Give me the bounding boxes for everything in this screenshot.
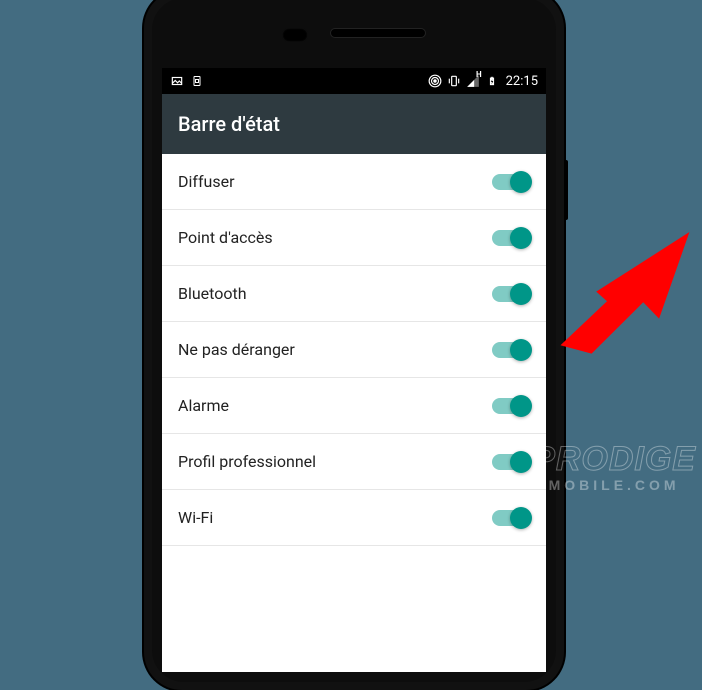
screenshot-icon xyxy=(170,74,184,88)
row-label: Ne pas déranger xyxy=(178,340,295,359)
row-label: Point d'accès xyxy=(178,228,273,247)
sim-icon xyxy=(190,74,204,88)
row-point-acces[interactable]: Point d'accès xyxy=(162,210,546,266)
signal-icon: H xyxy=(466,74,480,88)
row-wifi[interactable]: Wi-Fi xyxy=(162,490,546,546)
toggle-point-acces[interactable] xyxy=(492,230,530,246)
screen: H 22:15 Barre d'état Diffuser Point d'a xyxy=(162,68,546,672)
toggle-diffuser[interactable] xyxy=(492,174,530,190)
speaker-grille xyxy=(330,28,426,38)
vibrate-icon xyxy=(447,74,461,88)
clock: 22:15 xyxy=(506,74,538,89)
signal-type: H xyxy=(476,70,482,79)
phone-body: H 22:15 Barre d'état Diffuser Point d'a xyxy=(152,0,556,682)
toggle-wifi[interactable] xyxy=(492,510,530,526)
row-label: Profil professionnel xyxy=(178,452,316,471)
phone-frame: H 22:15 Barre d'état Diffuser Point d'a xyxy=(144,0,564,690)
watermark: PRODIGE MOBILE.COM xyxy=(532,442,696,492)
hotspot-icon xyxy=(428,74,442,88)
settings-list[interactable]: Diffuser Point d'accès Bluetooth Ne pas … xyxy=(162,154,546,546)
row-bluetooth[interactable]: Bluetooth xyxy=(162,266,546,322)
camera-sensor xyxy=(282,28,308,42)
row-label: Alarme xyxy=(178,396,229,415)
page-title: Barre d'état xyxy=(162,94,546,154)
row-label: Bluetooth xyxy=(178,284,247,303)
row-label: Wi-Fi xyxy=(178,508,213,527)
toggle-ne-pas-deranger[interactable] xyxy=(492,342,530,358)
battery-icon xyxy=(485,74,499,88)
row-label: Diffuser xyxy=(178,172,235,191)
pointer-arrow xyxy=(560,205,700,375)
row-ne-pas-deranger[interactable]: Ne pas déranger xyxy=(162,322,546,378)
toggle-bluetooth[interactable] xyxy=(492,286,530,302)
toggle-alarme[interactable] xyxy=(492,398,530,414)
status-bar: H 22:15 xyxy=(162,68,546,94)
row-alarme[interactable]: Alarme xyxy=(162,378,546,434)
row-profil-professionnel[interactable]: Profil professionnel xyxy=(162,434,546,490)
toggle-profil-professionnel[interactable] xyxy=(492,454,530,470)
row-diffuser[interactable]: Diffuser xyxy=(162,154,546,210)
power-button xyxy=(564,160,568,220)
